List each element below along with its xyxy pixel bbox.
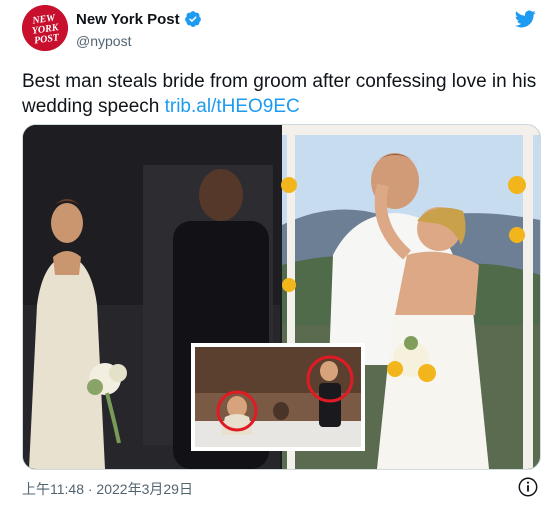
verified-badge-icon	[184, 10, 202, 28]
twitter-bird-icon[interactable]	[513, 8, 537, 35]
info-icon[interactable]	[517, 476, 539, 503]
author-handle[interactable]: @nypost	[76, 33, 131, 49]
tweet-card: NEW YORK POST New York Post @nypost Best…	[0, 0, 553, 511]
bride-dress-right	[377, 303, 489, 469]
wedding-photo-collage	[23, 125, 540, 469]
tweet-timestamp[interactable]: 上午11:48 · 2022年3月29日	[22, 479, 193, 499]
avatar[interactable]: NEW YORK POST	[22, 5, 68, 51]
bride-face-left	[51, 203, 83, 243]
author-name[interactable]: New York Post	[76, 11, 180, 28]
tweet-media[interactable]	[22, 124, 541, 470]
tweet-text: Best man steals bride from groom after c…	[22, 69, 542, 119]
author-name-row[interactable]: New York Post	[76, 10, 202, 28]
nypost-logo: NEW YORK POST	[22, 5, 68, 51]
tweet-link[interactable]: trib.al/tHEO9EC	[165, 96, 300, 117]
